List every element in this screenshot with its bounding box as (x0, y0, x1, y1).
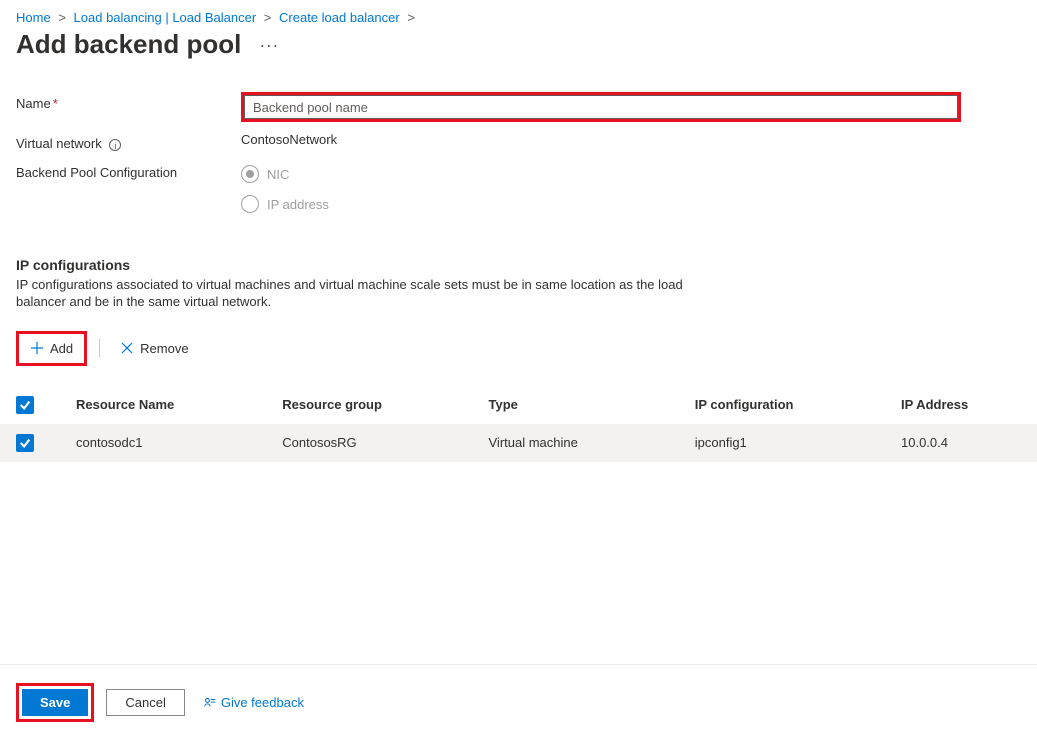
plus-icon (30, 341, 44, 355)
remove-button[interactable]: Remove (112, 337, 196, 360)
form-row-config: Backend Pool Configuration NIC IP addres… (16, 161, 1021, 213)
cell-ip-config: ipconfig1 (695, 435, 901, 450)
backend-config-label: Backend Pool Configuration (16, 161, 241, 180)
ip-config-heading: IP configurations (16, 257, 1021, 273)
breadcrumb-home[interactable]: Home (16, 10, 51, 25)
row-checkbox[interactable] (16, 434, 34, 452)
check-icon (19, 399, 31, 411)
name-label: Name* (16, 92, 241, 111)
ip-config-table: Resource Name Resource group Type IP con… (0, 386, 1037, 462)
cell-resource-name: contosodc1 (76, 435, 282, 450)
table-header: Resource Name Resource group Type IP con… (0, 386, 1037, 424)
page-header: Add backend pool ··· (0, 25, 1037, 76)
breadcrumb-create-lb[interactable]: Create load balancer (279, 10, 400, 25)
give-feedback-link[interactable]: Give feedback (203, 695, 304, 710)
chevron-right-icon: > (407, 10, 415, 25)
cell-type: Virtual machine (489, 435, 695, 450)
vnet-value: ContosoNetwork (241, 132, 961, 147)
toolbar-separator (99, 339, 100, 357)
col-type[interactable]: Type (489, 397, 695, 412)
radio-label-ip: IP address (267, 197, 329, 212)
vnet-label: Virtual network i (16, 132, 241, 151)
cell-resource-group: ContososRG (282, 435, 488, 450)
radio-ip[interactable]: IP address (241, 195, 961, 213)
backend-config-radio-group: NIC IP address (241, 161, 961, 213)
radio-nic[interactable]: NIC (241, 165, 961, 183)
select-all-checkbox[interactable] (16, 396, 34, 414)
required-indicator: * (53, 96, 58, 111)
chevron-right-icon: > (264, 10, 272, 25)
cancel-button[interactable]: Cancel (106, 689, 184, 716)
radio-icon (241, 195, 259, 213)
add-button[interactable]: Add (22, 337, 81, 360)
col-resource-group[interactable]: Resource group (282, 397, 488, 412)
col-ip-address[interactable]: IP Address (901, 397, 1021, 412)
more-icon[interactable]: ··· (259, 36, 278, 54)
backend-pool-name-input[interactable] (244, 95, 958, 119)
chevron-right-icon: > (58, 10, 66, 25)
col-ip-config[interactable]: IP configuration (695, 397, 901, 412)
close-icon (120, 341, 134, 355)
check-icon (19, 437, 31, 449)
ip-config-description: IP configurations associated to virtual … (16, 277, 736, 311)
footer: Save Cancel Give feedback (0, 664, 1037, 740)
save-button[interactable]: Save (22, 689, 88, 716)
cell-ip-address: 10.0.0.4 (901, 435, 1021, 450)
radio-icon (241, 165, 259, 183)
radio-label-nic: NIC (267, 167, 289, 182)
breadcrumb-load-balancing[interactable]: Load balancing | Load Balancer (74, 10, 257, 25)
table-row[interactable]: contosodc1 ContososRG Virtual machine ip… (0, 424, 1037, 462)
page-title: Add backend pool (16, 29, 241, 60)
form-row-vnet: Virtual network i ContosoNetwork (16, 132, 1021, 151)
form-row-name: Name* (16, 92, 1021, 122)
form-area: Name* Virtual network i ContosoNetwork B… (0, 76, 1037, 239)
breadcrumb: Home > Load balancing | Load Balancer > … (0, 0, 1037, 25)
ip-config-toolbar: Add Remove (0, 331, 1037, 386)
info-icon[interactable]: i (109, 139, 121, 151)
col-resource-name[interactable]: Resource Name (76, 397, 282, 412)
feedback-icon (203, 696, 217, 710)
